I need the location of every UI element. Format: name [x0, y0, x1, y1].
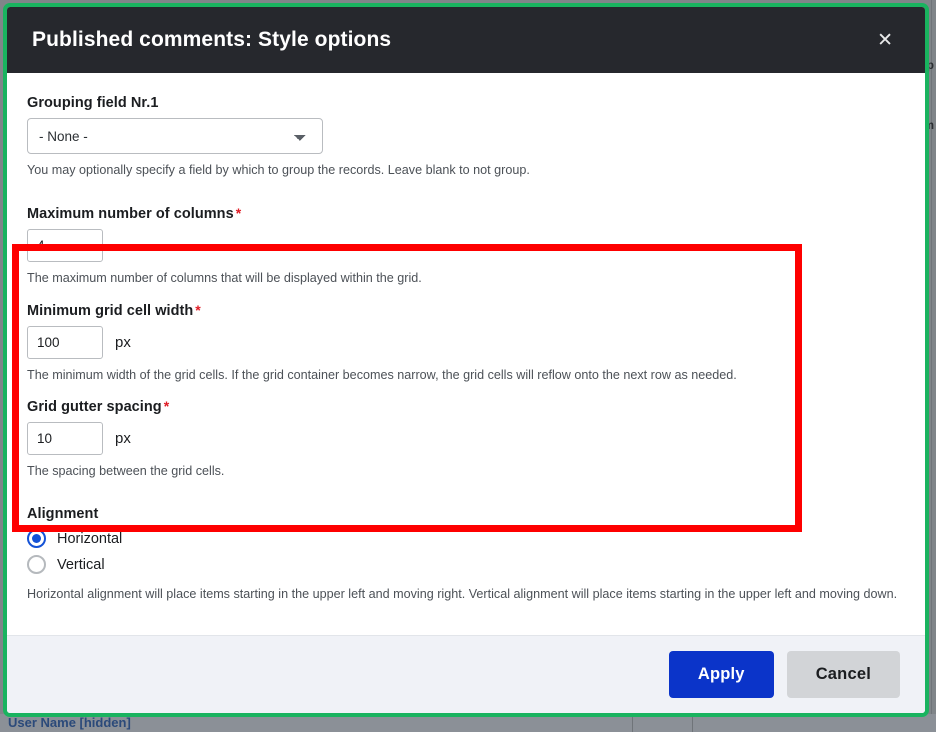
alignment-label: Alignment [27, 506, 905, 522]
required-star-icon: * [195, 302, 201, 318]
modal-title: Published comments: Style options [32, 28, 391, 52]
cancel-button[interactable]: Cancel [787, 651, 900, 698]
radio-horizontal-label: Horizontal [57, 531, 122, 547]
radio-option-horizontal[interactable]: Horizontal [27, 529, 905, 548]
radio-vertical-label: Vertical [57, 557, 105, 573]
modal-body: Grouping field Nr.1 - None - You may opt… [7, 73, 925, 635]
grouping-field-help: You may optionally specify a field by wh… [27, 161, 905, 179]
radio-selected-dot [32, 534, 41, 543]
gutter-spacing-group: Grid gutter spacing* px The spacing betw… [7, 398, 925, 480]
modal-footer: Apply Cancel [7, 635, 925, 713]
min-cell-width-input[interactable] [27, 326, 103, 359]
min-cell-width-group: Minimum grid cell width* px The minimum … [7, 302, 925, 384]
radio-option-vertical[interactable]: Vertical [27, 555, 905, 574]
gutter-spacing-unit: px [115, 430, 131, 447]
radio-vertical-icon[interactable] [27, 555, 46, 574]
max-columns-input[interactable] [27, 229, 103, 262]
alignment-help: Horizontal alignment will place items st… [27, 585, 905, 604]
style-options-modal: Published comments: Style options ✕ Grou… [3, 3, 929, 717]
min-cell-width-label-text: Minimum grid cell width [27, 303, 193, 319]
close-icon[interactable]: ✕ [869, 25, 901, 56]
required-star-icon: * [236, 205, 242, 221]
gutter-spacing-help: The spacing between the grid cells. [27, 462, 905, 480]
radio-horizontal-icon[interactable] [27, 529, 46, 548]
grid-settings-section: Maximum number of columns* The maximum n… [7, 194, 925, 490]
max-columns-label-text: Maximum number of columns [27, 206, 234, 222]
min-cell-width-label: Minimum grid cell width* [27, 302, 905, 319]
background-column-divider [931, 0, 932, 732]
gutter-spacing-label-text: Grid gutter spacing [27, 399, 162, 415]
alignment-group: Alignment Horizontal Vertical Horizontal… [7, 506, 925, 604]
max-columns-group: Maximum number of columns* The maximum n… [7, 205, 925, 287]
gutter-spacing-input-row: px [27, 422, 905, 455]
grouping-field-group: Grouping field Nr.1 - None - You may opt… [7, 95, 925, 179]
background-bottom-label: User Name [hidden] [8, 715, 131, 730]
min-cell-width-input-row: px [27, 326, 905, 359]
max-columns-input-row [27, 229, 905, 262]
grouping-field-select[interactable]: - None - [27, 118, 323, 154]
min-cell-width-unit: px [115, 334, 131, 351]
required-star-icon: * [164, 398, 170, 414]
gutter-spacing-label: Grid gutter spacing* [27, 398, 905, 415]
max-columns-label: Maximum number of columns* [27, 205, 905, 222]
grouping-field-label: Grouping field Nr.1 [27, 95, 905, 111]
apply-button[interactable]: Apply [669, 651, 774, 698]
max-columns-help: The maximum number of columns that will … [27, 269, 905, 287]
gutter-spacing-input[interactable] [27, 422, 103, 455]
min-cell-width-help: The minimum width of the grid cells. If … [27, 366, 905, 384]
modal-header: Published comments: Style options ✕ [7, 7, 925, 73]
